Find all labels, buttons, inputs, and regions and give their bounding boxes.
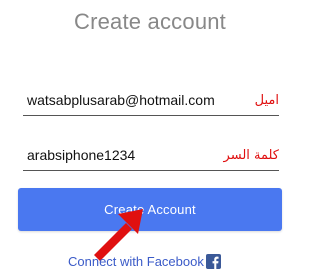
page-title: Create account [74,9,226,34]
email-field-underline [23,115,279,116]
password-field-underline [23,170,279,171]
connect-facebook-label: Connect with Facebook [68,253,204,269]
password-value: arabsiphone1234 [27,147,136,163]
email-value: watsabplusarab@hotmail.com [27,92,215,108]
password-annotation: كلمة السر [223,148,279,163]
password-field[interactable]: arabsiphone1234 كلمة السر [23,143,279,171]
facebook-icon [205,253,221,269]
connect-facebook-link[interactable]: Connect with Facebook [68,252,221,270]
email-annotation: اميل [254,93,279,108]
email-field[interactable]: watsabplusarab@hotmail.com اميل [23,88,279,116]
create-account-button[interactable]: Create Account [18,188,282,231]
